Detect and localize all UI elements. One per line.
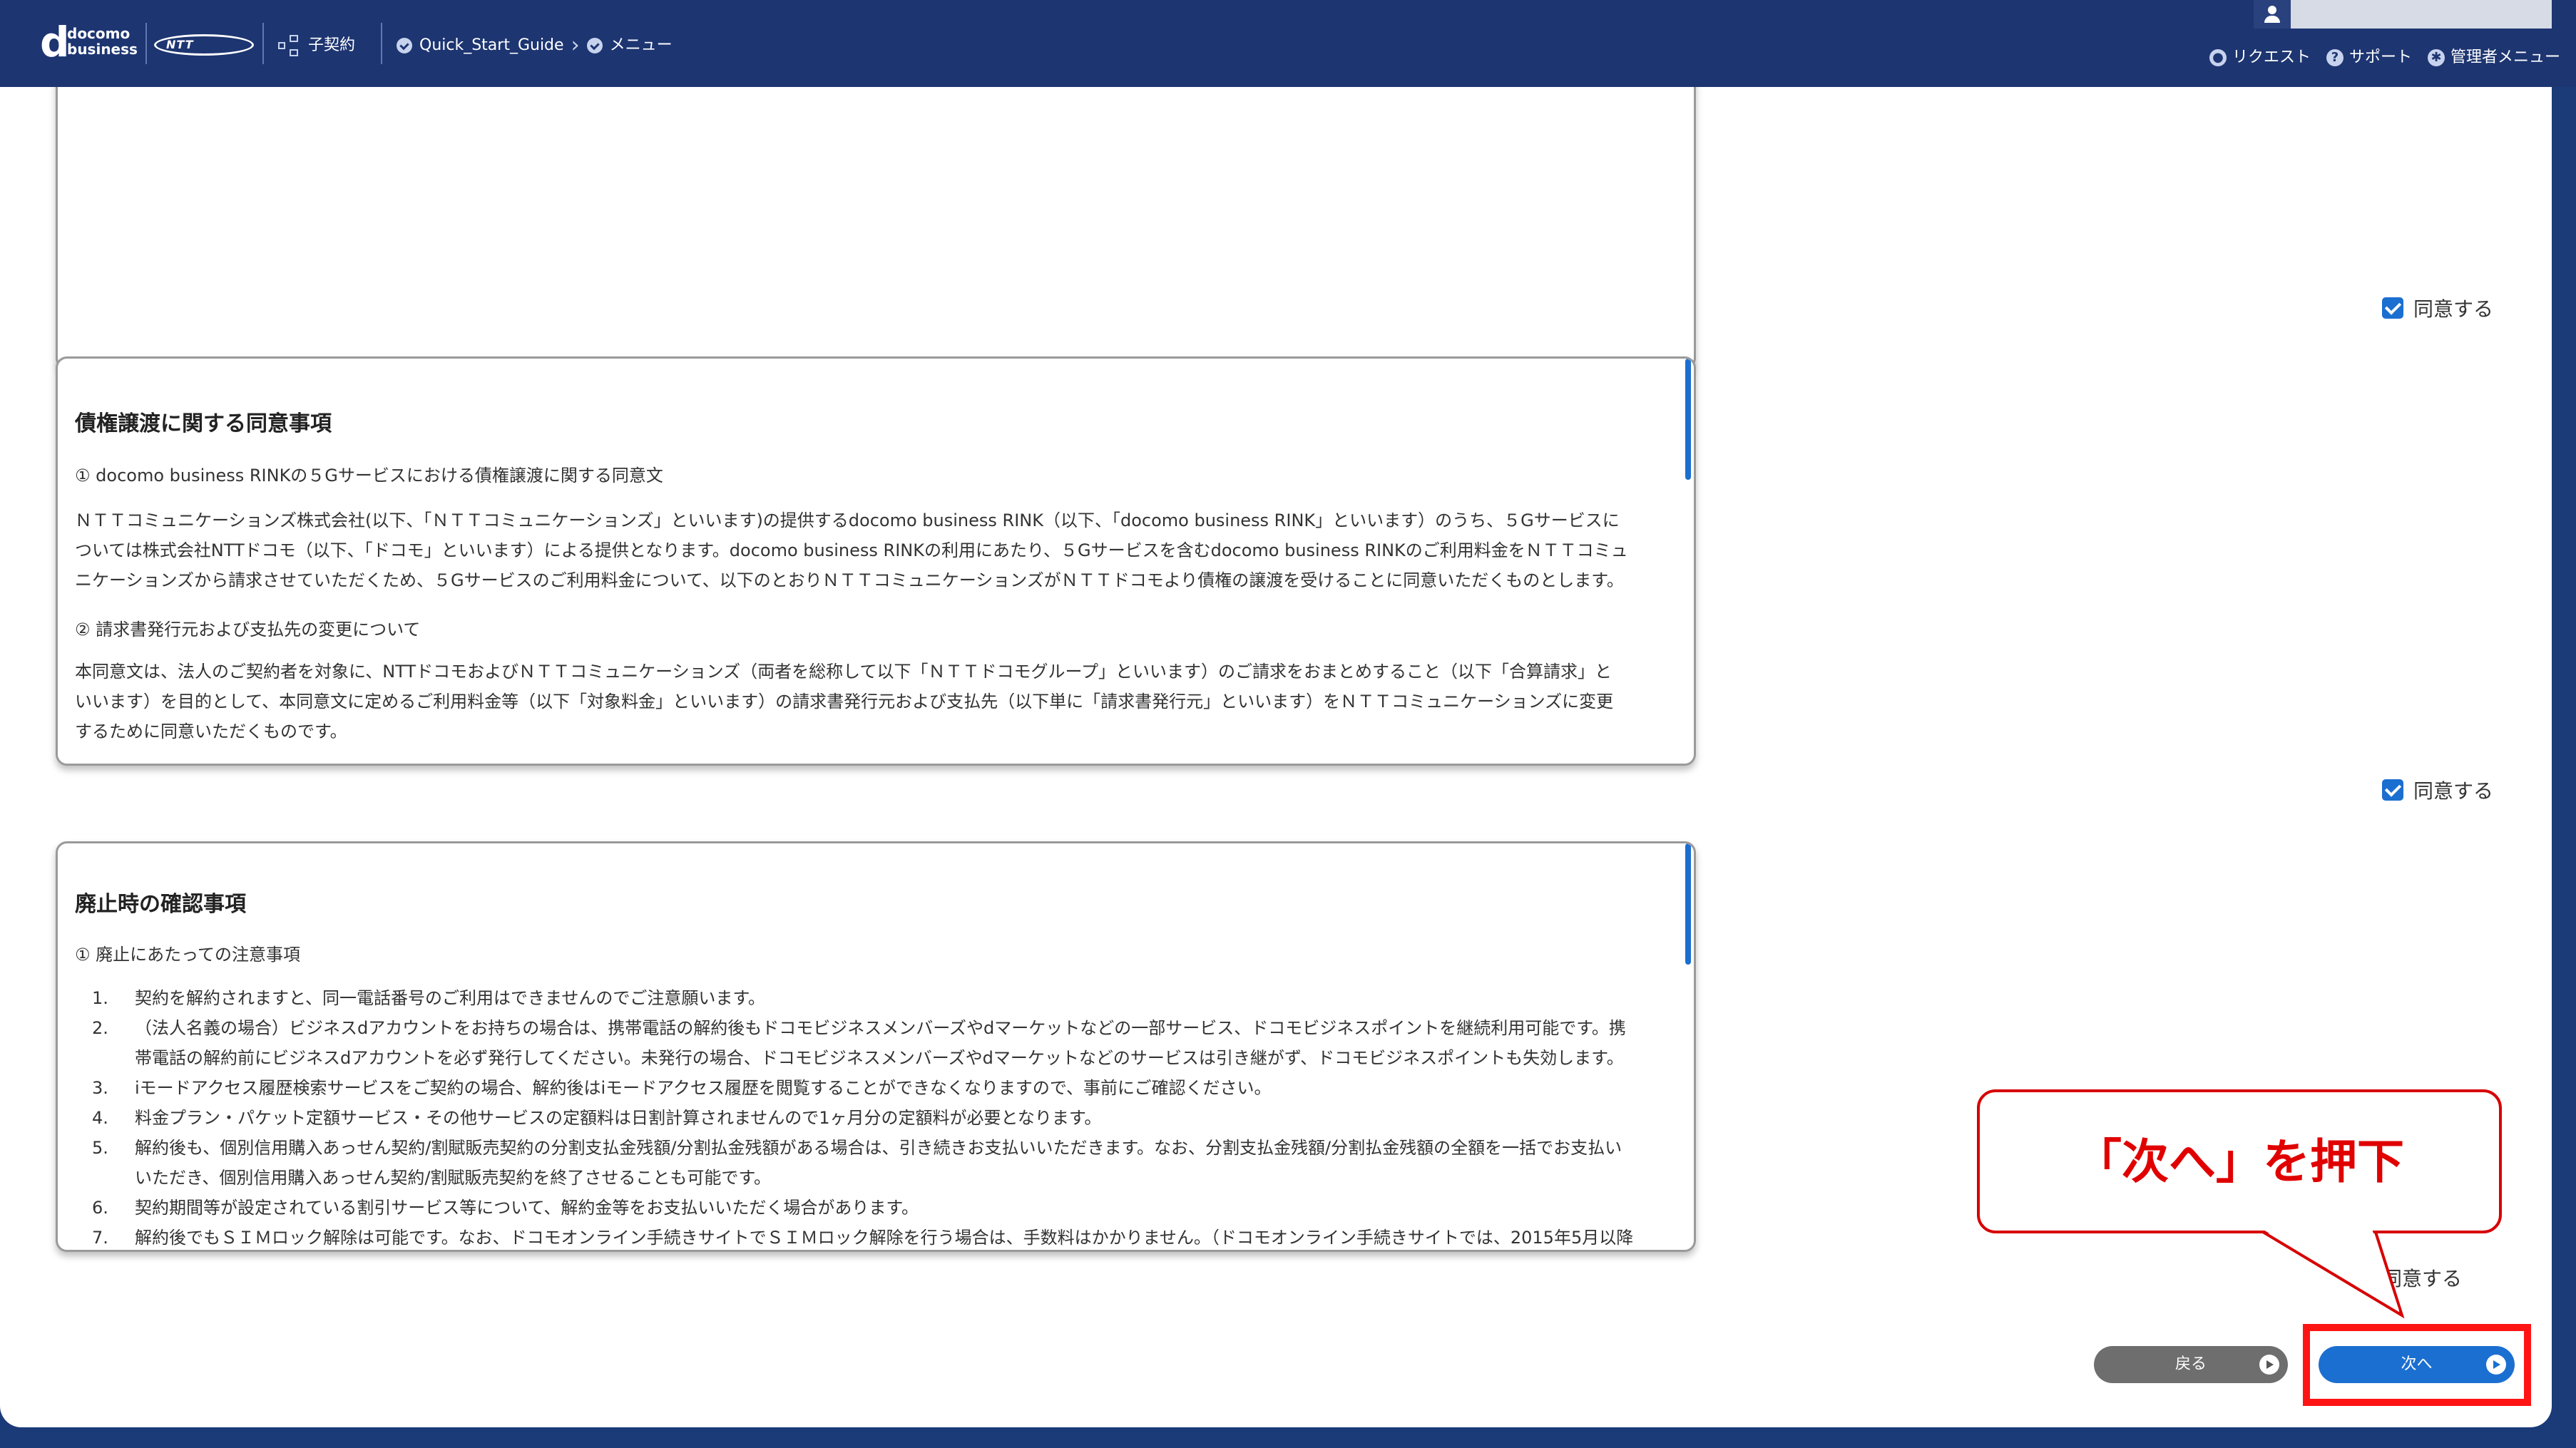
list-item: 7. 解約後でもＳＩＭロック解除は可能です。なお、ドコモオンライン手続きサイトでＳ… [92, 1228, 1634, 1248]
paragraph-line: 本同意文は、法人のご契約者を対象に、NTTドコモおよびＮＴＴコミュニケーションズ… [75, 662, 1612, 682]
breadcrumb: Quick_Start_Guide › メニュー [397, 31, 673, 60]
hierarchy-icon [277, 34, 301, 58]
agree-checkbox-row-2[interactable]: 同意する [2382, 776, 2493, 804]
top-header: d docomo business NTT 子契約 Quick_Start_Gu… [0, 0, 2576, 87]
section-heading: ① 廃止にあたっての注意事項 [75, 945, 300, 965]
breadcrumb-contract[interactable]: 子契約 [277, 31, 355, 60]
docomo-business-logo[interactable]: d docomo business [40, 21, 143, 64]
list-item: 1. 契約を解約されますと、同一電話番号のご利用はできませんのでご注意願います。 [92, 988, 765, 1008]
ntt-communications-logo: NTT [154, 34, 254, 56]
breadcrumb-item-menu[interactable]: メニュー [610, 31, 673, 60]
checkbox-checked[interactable] [2382, 779, 2403, 801]
list-item: 4. 料金プラン・パケット定額サービス・その他サービスの定額料は日割計算されません… [92, 1108, 1102, 1128]
section-heading: ① docomo business RINKの５Gサービスにおける債権譲渡に関す… [75, 466, 663, 486]
agree-checkbox-row-3[interactable]: 同意する [2382, 1263, 2462, 1292]
panel-title: 廃止時の確認事項 [75, 892, 246, 917]
checkbox-checked[interactable] [2382, 297, 2403, 319]
header-divider [262, 23, 264, 64]
admin-menu-label: 管理者メニュー [2450, 48, 2561, 66]
arrow-right-icon [2259, 1355, 2279, 1375]
request-link[interactable]: ● リクエスト [2209, 46, 2311, 70]
callout-text: 「次へ」を押下 [2075, 1134, 2404, 1189]
paragraph-line: ＮＴＴコミュニケーションズ株式会社(以下、「ＮＴＴコミュニケーションズ」といいま… [75, 510, 1620, 530]
debt-transfer-panel[interactable]: 債権譲渡に関する同意事項 ① docomo business RINKの５Gサー… [56, 356, 1696, 766]
paragraph-line: ニケーションズから請求させていただくため、５Gサービスのご利用料金について、以下… [75, 570, 1624, 590]
panel-scrollbar[interactable] [1685, 843, 1691, 965]
contract-label: 子契約 [308, 36, 356, 54]
next-button-highlight [2303, 1324, 2531, 1406]
logo-business-text: business [67, 41, 138, 58]
check-circle-icon [397, 38, 412, 53]
cancellation-panel[interactable]: 廃止時の確認事項 ① 廃止にあたっての注意事項 1. 契約を解約されますと、同一電… [56, 841, 1696, 1252]
user-icon[interactable] [2254, 0, 2291, 29]
header-divider [381, 23, 382, 64]
panel-title: 債権譲渡に関する同意事項 [75, 411, 332, 436]
list-item: いただき、個別信用購入あっせん契約/割賦販売契約を終了させることも可能です。 [135, 1168, 772, 1188]
list-item: 2. （法人名義の場合）ビジネスdアカウントをお持ちの場合は、携帯電話の解約後もド… [92, 1018, 1626, 1038]
admin-menu-link[interactable]: ✱ 管理者メニュー [2428, 46, 2560, 70]
help-icon: ? [2326, 49, 2344, 66]
panel-scrollbar[interactable] [1685, 359, 1691, 480]
paragraph-line: ついては株式会社NTTドコモ（以下、「ドコモ」といいます）による提供となります。… [75, 540, 1628, 560]
agree-checkbox-row-1[interactable]: 同意する [2382, 294, 2493, 322]
header-divider [145, 23, 147, 64]
bell-icon: ● [2209, 49, 2227, 66]
section-heading: ② 請求書発行元および支払先の変更について [75, 620, 421, 640]
logo-docomo-text: docomo [67, 25, 131, 42]
back-button[interactable]: 戻る [2094, 1346, 2288, 1383]
list-item: 6. 契約期間等が設定されている割引サービス等について、解約金等をお支払いいただく… [92, 1198, 919, 1218]
agreement-panel-previous[interactable] [56, 87, 1696, 369]
agree-label: 同意する [2413, 779, 2494, 803]
agree-label: 同意する [2413, 297, 2494, 321]
back-button-label: 戻る [2174, 1355, 2207, 1373]
paragraph-line: いいます）を目的として、本同意文に定めるご利用料金等（以下「対象料金」といいます… [75, 692, 1614, 712]
breadcrumb-item-quick-start-guide[interactable]: Quick_Start_Guide [419, 31, 564, 60]
user-name-field[interactable] [2254, 0, 2552, 29]
list-item: 帯電話の解約前にビジネスdアカウントを必ず発行してください。未発行の場合、ドコモ… [135, 1048, 1624, 1068]
gear-icon: ✱ [2428, 49, 2445, 66]
paragraph: ＮＴＴコミュニケーションズ株式会社(以下、「ＮＴＴコミュニケーションズ」といいま… [75, 505, 1680, 595]
chevron-right-icon: › [571, 33, 580, 58]
paragraph-line: するために同意いただくものです。 [75, 722, 347, 741]
check-circle-icon [586, 38, 603, 53]
notice-list: 1. 契約を解約されますと、同一電話番号のご利用はできませんのでご注意願います。 … [92, 983, 1682, 1250]
support-link[interactable]: ? サポート [2326, 46, 2412, 70]
agree-label: 同意する [2382, 1267, 2463, 1290]
request-label: リクエスト [2232, 48, 2311, 66]
list-item: 5. 解約後も、個別信用購入あっせん契約/割賦販売契約の分割支払金残額/分割払金残… [92, 1138, 1622, 1158]
support-label: サポート [2349, 48, 2413, 66]
window-edge [2552, 87, 2576, 1448]
list-item: 3. iモードアクセス履歴検索サービスをご契約の場合、解約後はiモードアクセス履歴… [92, 1078, 1272, 1098]
paragraph: 本同意文は、法人のご契約者を対象に、NTTドコモおよびＮＴＴコミュニケーションズ… [75, 657, 1680, 746]
